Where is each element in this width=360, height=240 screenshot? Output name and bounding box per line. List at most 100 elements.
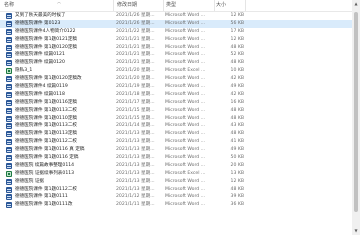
file-row[interactable]: 德德医院 续篇故事整理0114 2021/1/13 星期... Microsoft … (0, 162, 352, 170)
file-name: 隐私3_1 (15, 68, 33, 74)
file-size: 48 KB (230, 186, 244, 192)
file-name: 德德医院课件 续篇0118 (15, 91, 65, 97)
file-date: 2021/1/20 星期... (116, 76, 155, 82)
file-name: 德德医院课件 第1题0120定稿改 (15, 76, 82, 82)
file-type: Microsoft Word ... (165, 131, 206, 137)
column-divider[interactable] (163, 0, 164, 11)
file-type: Microsoft Word ... (165, 60, 206, 66)
word-icon (6, 155, 12, 162)
file-row[interactable]: 德德医院课件 第1题0111改 2021/1/11 星期... Microsoft … (0, 201, 352, 209)
column-header-name[interactable]: 名称 (4, 0, 14, 11)
word-icon (6, 60, 12, 67)
file-row[interactable]: 德德医院课件 第1题0112二校 2021/1/13 星期... Microsoft… (0, 186, 352, 194)
file-type: Microsoft Word ... (165, 44, 206, 50)
word-icon (6, 28, 12, 35)
file-row[interactable]: 德德医院 证据 2021/1/13 星期... Microsoft Word ...… (0, 178, 352, 186)
file-size: 36 KB (230, 202, 244, 208)
file-size: 39 KB (230, 194, 244, 200)
file-row[interactable]: 德德医院课件 第1题0110定稿 2021/1/15 星期... Microsoft… (0, 115, 352, 123)
word-icon (6, 147, 12, 154)
file-size: 20 KB (230, 162, 244, 168)
file-name: 德德医院课件4人物简介0122 (15, 28, 76, 34)
file-size: 56 KB (230, 20, 244, 26)
excel-icon (6, 68, 12, 75)
file-type: Microsoft Excel ... (165, 170, 206, 176)
column-header-type[interactable]: 类型 (166, 0, 176, 11)
scroll-up-arrow-icon[interactable]: ▲ (352, 0, 360, 8)
file-type: Microsoft Word ... (165, 194, 206, 200)
word-icon (6, 123, 12, 130)
file-row[interactable]: 德德医院课件4 续篇0119 2021/1/19 星期... Microsoft W… (0, 83, 352, 91)
file-date: 2021/1/21 星期... (116, 60, 155, 66)
file-date: 2021/1/20 星期... (116, 68, 155, 74)
file-type: Microsoft Word ... (165, 107, 206, 113)
word-icon (6, 202, 12, 209)
file-date: 2021/1/17 星期... (116, 99, 155, 105)
file-name: 德德医院 续篇故事整理0114 (15, 162, 75, 168)
file-type: Microsoft Word ... (165, 186, 206, 192)
file-row[interactable]: 德德医院课件 第1题0120定稿 2021/1/21 星期... Microsoft… (0, 44, 352, 52)
column-header-date[interactable]: 修改日期 (117, 0, 137, 11)
word-icon (6, 186, 12, 193)
file-type: Microsoft Word ... (165, 139, 206, 145)
file-row[interactable]: 德德医院 证据续事列表0113 2021/1/13 星期... Microsoft … (0, 170, 352, 178)
file-row[interactable]: 德德医院课件 第1题0113定稿 2021/1/13 星期... Microsoft… (0, 130, 352, 138)
file-name: 德德医院 证据 (15, 178, 45, 184)
column-divider[interactable] (214, 0, 215, 11)
file-row[interactable]: 德德医院课件4人物简介0122 2021/1/22 星期... Microsoft … (0, 28, 352, 36)
file-row[interactable]: 隐私3_1 2021/1/20 星期... Microsoft Excel ... 1… (0, 67, 352, 75)
file-row[interactable]: 德德医院课件 第1题0116定稿 2021/1/17 星期... Microsoft… (0, 99, 352, 107)
column-divider[interactable] (113, 0, 114, 11)
word-icon (6, 44, 12, 51)
file-date: 2021/1/13 星期... (116, 155, 155, 161)
file-date: 2021/1/12 星期... (116, 194, 155, 200)
file-name: 德德医院课件 续篇0120 (15, 60, 65, 66)
file-name: 德德医院课件 第1题0121定稿 (15, 36, 78, 42)
file-row[interactable]: 德德医院课件 第1题0112二校 2021/1/13 星期... Microsoft… (0, 138, 352, 146)
scroll-thumb[interactable] (354, 12, 358, 212)
word-icon (6, 99, 12, 106)
file-row[interactable]: 德德医院课件 第0123 2021/1/26 星期... Microsoft Wor… (0, 19, 352, 28)
file-name: 又到了秋天最美的时候了 (15, 13, 66, 18)
file-name: 德德医院课件 续篇0121 (15, 52, 65, 58)
file-name: 德德医院课件 第1题0116定稿 (15, 99, 78, 105)
scroll-down-arrow-icon[interactable]: ▼ (352, 227, 360, 235)
file-date: 2021/1/15 星期... (116, 107, 155, 113)
file-type: Microsoft Word ... (165, 76, 206, 82)
file-date: 2021/1/14 星期... (116, 123, 155, 129)
file-row[interactable]: 德德医院课件 第1题0116 定稿 2021/1/13 星期... Microsof… (0, 154, 352, 162)
file-size: 49 KB (230, 147, 244, 153)
file-type: Microsoft Word ... (165, 178, 206, 184)
column-header-bar: 名称 ︿ 修改日期 类型 大小 (0, 0, 352, 12)
word-icon (6, 52, 12, 59)
file-size: 43 KB (230, 123, 244, 129)
column-header-size[interactable]: 大小 (216, 0, 226, 11)
file-name: 德德医院课件 第1题0113定稿 (15, 131, 78, 137)
file-row[interactable]: 德德医院课件 续篇0120 2021/1/21 星期... Microsoft Wo… (0, 59, 352, 67)
column-divider[interactable] (245, 0, 246, 11)
file-name: 德德医院课件 第1题0113二校 (15, 107, 78, 113)
file-date: 2021/1/21 星期... (116, 36, 155, 42)
file-date: 2021/1/13 星期... (116, 139, 155, 145)
file-row[interactable]: 德德医院课件 续篇0118 2021/1/18 星期... Microsoft Wo… (0, 91, 352, 99)
file-size: 42 KB (230, 91, 244, 97)
file-row[interactable]: 德德医院课件 第1题0111 2021/1/12 星期... Microsoft W… (0, 193, 352, 201)
file-type: Microsoft Word ... (165, 147, 206, 153)
file-row[interactable]: 德德医院课件 续篇0121 2021/1/21 星期... Microsoft Wo… (0, 51, 352, 59)
file-row[interactable]: 德德医院课件 第1题0116 真 定稿 2021/1/13 星期... Micros… (0, 146, 352, 154)
file-size: 13 KB (230, 170, 244, 176)
file-name: 德德医院课件 第1题0111 (15, 194, 68, 200)
file-date: 2021/1/22 星期... (116, 28, 155, 34)
file-date: 2021/1/13 星期... (116, 170, 155, 176)
file-row[interactable]: 德德医院课件 第1题0120定稿改 2021/1/20 星期... Microsof… (0, 75, 352, 83)
file-row[interactable]: 德德医院课件 第1题0113二校 2021/1/14 星期... Microsoft… (0, 122, 352, 130)
file-row[interactable]: 又到了秋天最美的时候了 2021/1/26 星期... Microsoft Word… (0, 12, 352, 20)
vertical-scrollbar[interactable]: ▲ ▼ (352, 0, 360, 235)
file-name: 德德医院课件 第0123 (15, 20, 61, 26)
file-row[interactable]: 德德医院课件 第1题0113二校 2021/1/15 星期... Microsoft… (0, 107, 352, 115)
file-name: 德德医院课件 第1题0116 真 定稿 (15, 147, 85, 153)
file-name: 德德医院课件4 续篇0119 (15, 84, 68, 90)
file-date: 2021/1/13 星期... (116, 178, 155, 184)
file-row[interactable]: 德德医院课件 第1题0121定稿 2021/1/21 星期... Microsoft… (0, 36, 352, 44)
file-date: 2021/1/21 星期... (116, 44, 155, 50)
